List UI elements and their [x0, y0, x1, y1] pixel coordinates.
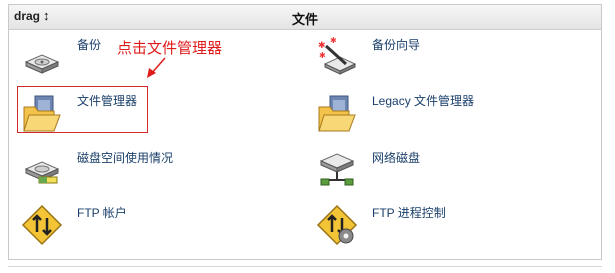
ftp-session-control-label: FTP 进程控制 — [372, 206, 446, 220]
file-manager-highlight-box — [17, 86, 148, 133]
annotation-text: 点击文件管理器 — [117, 40, 223, 57]
panel-header: drag ↕ 文件 — [9, 5, 601, 30]
network-disk-label: 网络磁盘 — [372, 151, 421, 165]
ftp-accounts-label: FTP 帐户 — [77, 206, 127, 220]
svg-text:✱: ✱ — [318, 40, 326, 50]
backup-wizard-icon: ✱ ✱ ✱ — [316, 36, 358, 78]
disk-usage-label: 磁盘空间使用情况 — [77, 151, 174, 165]
backup-label: 备份 — [77, 38, 102, 52]
panel-title: 文件 — [291, 12, 318, 27]
backup-wizard-label: 备份向导 — [372, 38, 421, 52]
svg-text:✱: ✱ — [319, 51, 326, 60]
legacy-file-manager-label: Legacy 文件管理器 — [372, 94, 475, 108]
ftp-session-control-icon — [316, 204, 358, 246]
backup-disk-icon — [21, 36, 63, 78]
disk-usage-icon — [21, 149, 63, 191]
ftp-accounts-icon — [21, 204, 63, 246]
network-disk-icon — [316, 149, 358, 191]
legacy-file-manager-folder-icon — [316, 92, 358, 134]
annotation-arrow-icon — [147, 57, 166, 78]
panel-divider — [8, 266, 602, 271]
svg-text:✱: ✱ — [330, 36, 337, 45]
